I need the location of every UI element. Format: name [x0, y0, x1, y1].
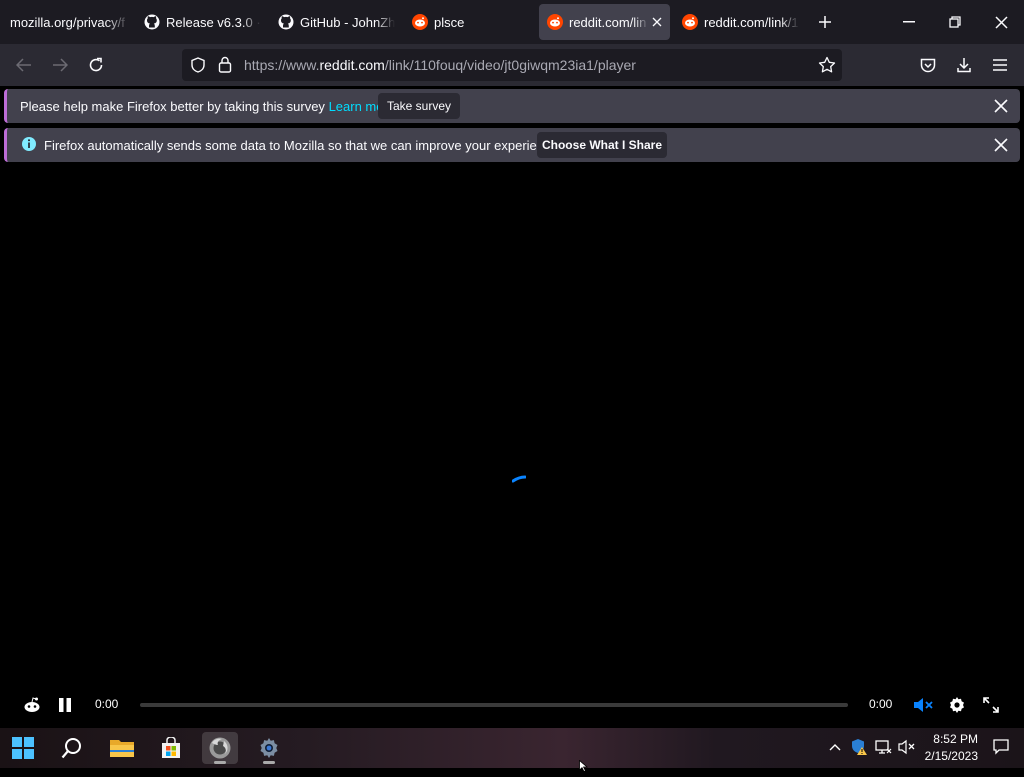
url-bar[interactable]: https://www.reddit.com/link/110fouq/vide…: [182, 49, 842, 81]
settings-button[interactable]: [946, 694, 968, 716]
tab-label: reddit.com/lin: [569, 14, 647, 30]
reddit-logo-icon[interactable]: [21, 694, 43, 716]
store-bag-icon: [162, 737, 180, 758]
survey-notification-text: Please help make Firefox better by takin…: [20, 99, 395, 114]
tab-label: plsce: [434, 14, 465, 30]
arrow-right-icon: [53, 58, 68, 72]
pause-icon: [59, 698, 71, 712]
fullscreen-button[interactable]: [980, 694, 1002, 716]
reload-icon: [89, 57, 103, 72]
url-prefix: https://www.: [244, 57, 320, 73]
tab-label: GitHub - JohnZh: [300, 14, 395, 30]
app-menu-button[interactable]: [986, 51, 1014, 79]
back-button[interactable]: [10, 51, 38, 79]
arrow-left-icon: [16, 58, 31, 72]
tab-mozilla-privacy[interactable]: mozilla.org/privacy/f: [6, 4, 132, 40]
minimize-button[interactable]: [895, 8, 923, 36]
github-icon: [278, 14, 294, 30]
data-sharing-message: Firefox automatically sends some data to…: [44, 138, 562, 153]
info-icon: [21, 136, 37, 157]
video-player-area[interactable]: [0, 166, 1024, 728]
firefox-icon: [209, 737, 231, 759]
mouse-cursor-icon: [579, 759, 589, 777]
restore-icon: [949, 16, 961, 28]
tab-strip: mozilla.org/privacy/f Release v6.3.0 · d…: [0, 0, 1024, 44]
close-tab-icon[interactable]: [652, 14, 662, 30]
close-notification-icon[interactable]: [992, 97, 1010, 115]
reddit-icon: [682, 14, 698, 30]
loading-spinner-icon: [511, 470, 527, 483]
pocket-icon: [920, 58, 936, 72]
survey-message: Please help make Firefox better by takin…: [20, 99, 325, 114]
choose-what-i-share-button[interactable]: Choose What I Share: [537, 132, 667, 158]
close-notification-icon[interactable]: [992, 136, 1010, 154]
search-icon: [61, 738, 81, 759]
pocket-button[interactable]: [914, 51, 942, 79]
reddit-icon: [412, 14, 428, 30]
tab-label: reddit.com/link/1: [704, 14, 799, 30]
settings-taskbar-button[interactable]: [251, 732, 287, 764]
clock-date: 2/15/2023: [924, 749, 978, 763]
forward-button[interactable]: [46, 51, 74, 79]
reload-button[interactable]: [82, 51, 110, 79]
tab-reddit-link[interactable]: reddit.com/link/1: [678, 4, 807, 40]
chevron-up-icon: [829, 744, 841, 751]
mute-button[interactable]: [912, 694, 934, 716]
lock-icon[interactable]: [218, 56, 232, 78]
tab-label: Release v6.3.0 · d: [166, 14, 261, 30]
restore-button[interactable]: [941, 8, 969, 36]
navigation-toolbar: https://www.reddit.com/link/110fouq/vide…: [0, 44, 1024, 86]
tab-reddit-player-active[interactable]: reddit.com/lin: [539, 4, 670, 40]
pause-button[interactable]: [54, 694, 76, 716]
tab-label: mozilla.org/privacy/f: [10, 14, 125, 30]
shield-icon[interactable]: [190, 57, 206, 78]
new-tab-button[interactable]: [811, 8, 839, 36]
start-button[interactable]: [5, 732, 41, 764]
download-icon: [957, 58, 971, 73]
github-icon: [144, 14, 160, 30]
tab-plsce[interactable]: plsce: [408, 4, 537, 40]
tab-github-johnzh[interactable]: GitHub - JohnZh: [274, 4, 403, 40]
minimize-icon: [903, 21, 915, 23]
reddit-icon: [547, 14, 563, 30]
progress-bar[interactable]: [140, 703, 848, 707]
downloads-button[interactable]: [950, 51, 978, 79]
gear-icon: [950, 697, 964, 713]
microsoft-store-button[interactable]: [153, 732, 189, 764]
url-domain: reddit.com: [319, 57, 385, 73]
volume-muted-icon: [914, 698, 933, 712]
expand-icon: [983, 697, 999, 713]
windows-taskbar: 8:52 PM 2/15/2023: [0, 728, 1024, 768]
current-time: 0:00: [95, 697, 119, 711]
security-warning-icon[interactable]: [850, 738, 868, 756]
duration: 0:00: [869, 697, 893, 711]
take-survey-button[interactable]: Take survey: [378, 93, 460, 119]
settings-gear-icon: [260, 738, 278, 758]
data-sharing-notification-bar: Firefox automatically sends some data to…: [4, 128, 1020, 162]
system-clock[interactable]: 8:52 PM 2/15/2023: [925, 731, 978, 765]
windows-logo-icon: [12, 737, 34, 759]
plus-icon: [819, 16, 831, 28]
network-icon[interactable]: [874, 738, 892, 756]
notification-center-icon[interactable]: [992, 738, 1010, 756]
player-controls: 0:00 0:00: [0, 688, 1024, 720]
close-icon: [994, 15, 1008, 29]
url-path: /link/110fouq/video/jt0giwqm23ia1/player: [384, 57, 636, 73]
hamburger-menu-icon: [993, 59, 1007, 71]
firefox-taskbar-button[interactable]: [202, 732, 238, 764]
show-hidden-icons-button[interactable]: [826, 738, 844, 756]
volume-muted-tray-icon[interactable]: [898, 738, 916, 756]
folder-icon: [110, 740, 134, 757]
survey-notification-bar: Please help make Firefox better by takin…: [4, 89, 1020, 123]
search-button[interactable]: [54, 732, 90, 764]
clock-time: 8:52 PM: [933, 732, 978, 746]
bookmark-star-icon[interactable]: [818, 56, 836, 79]
close-window-button[interactable]: [987, 8, 1015, 36]
tab-github-release[interactable]: Release v6.3.0 · d: [140, 4, 269, 40]
file-explorer-button[interactable]: [104, 732, 140, 764]
url-text[interactable]: https://www.reddit.com/link/110fouq/vide…: [244, 57, 636, 73]
